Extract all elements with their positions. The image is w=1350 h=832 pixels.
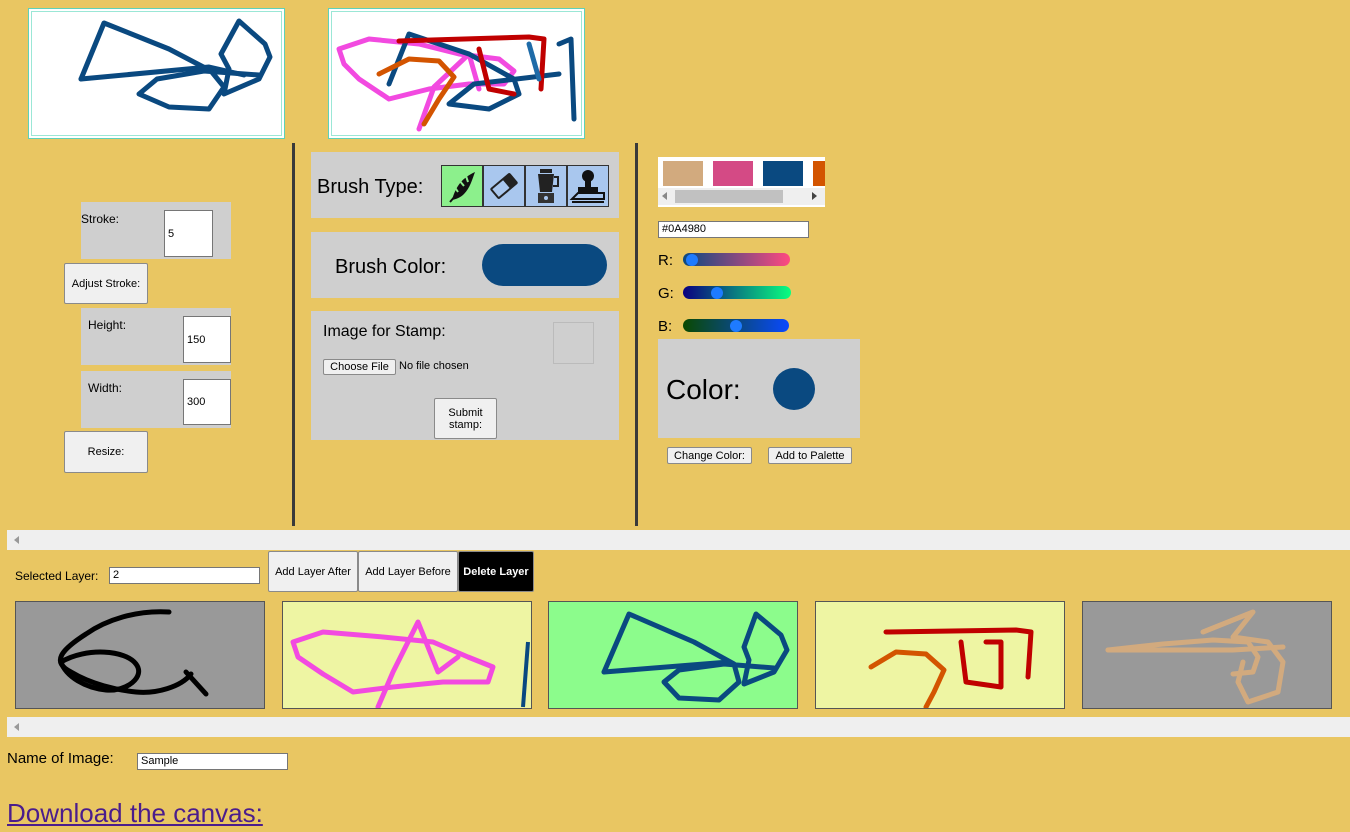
scroll-right-arrow-icon[interactable] [812, 192, 817, 200]
no-file-text: No file chosen [399, 360, 469, 372]
palette-swatch-4[interactable] [813, 161, 825, 186]
brush-color-label: Brush Color: [335, 256, 447, 278]
brush-tool-stamp[interactable] [567, 165, 609, 207]
palette-swatch-1[interactable] [663, 161, 703, 186]
stroke-label: Stroke: [81, 212, 120, 226]
b-label: B: [658, 318, 673, 335]
layer-1-drawing [57, 609, 209, 697]
controls-scrollbar[interactable] [7, 530, 1350, 550]
download-link[interactable]: Download the canvas: [7, 798, 263, 829]
layer-3-drawing [601, 611, 790, 703]
brush-color-preview [482, 244, 607, 286]
b-slider[interactable] [683, 319, 789, 332]
change-color-button[interactable]: Change Color: [667, 447, 752, 464]
adjust-stroke-button[interactable]: Adjust Stroke: [64, 263, 148, 304]
add-layer-after-button[interactable]: Add Layer After [268, 551, 358, 592]
section-divider-right [635, 143, 638, 526]
height-input[interactable]: 150 [183, 316, 231, 363]
hex-input[interactable]: #0A4980 [658, 221, 809, 238]
stamp-label: Image for Stamp: [323, 323, 446, 340]
palette-scrollbar[interactable] [658, 188, 825, 205]
submit-stamp-button[interactable]: Submit stamp: [434, 398, 497, 439]
palette-swatch-3[interactable] [763, 161, 803, 186]
eraser-icon [490, 173, 518, 199]
stamp-preview [553, 322, 594, 364]
delete-layer-button[interactable]: Delete Layer [458, 551, 534, 592]
r-slider-thumb[interactable] [686, 253, 698, 266]
layer-thumb-3-selected[interactable] [548, 601, 798, 709]
composite-drawing [336, 31, 577, 132]
stamp-icon [569, 170, 605, 203]
image-name-label: Name of Image: [7, 750, 114, 767]
g-slider-thumb[interactable] [711, 286, 723, 299]
width-group: Width: 300 [81, 371, 231, 428]
blender-icon [538, 169, 559, 203]
composite-canvas[interactable] [328, 8, 585, 139]
leaf-brush-icon [449, 172, 475, 203]
width-input[interactable]: 300 [183, 379, 231, 425]
brush-type-label: Brush Type: [317, 176, 424, 198]
color-label: Color: [666, 374, 741, 405]
layers-scrollbar[interactable] [7, 717, 1350, 737]
palette-swatch-2[interactable] [713, 161, 753, 186]
layer-4-drawing [868, 627, 1034, 708]
scroll-left-arrow-icon[interactable] [662, 192, 667, 200]
g-label: G: [658, 285, 674, 302]
add-to-palette-button[interactable]: Add to Palette [768, 447, 852, 464]
color-preview-panel: Color: [658, 339, 860, 438]
add-layer-before-button[interactable]: Add Layer Before [358, 551, 458, 592]
brush-tool-blender[interactable] [525, 165, 567, 207]
layer-preview-canvas[interactable] [28, 8, 285, 139]
brush-tool-eraser[interactable] [483, 165, 525, 207]
scroll-left-arrow-icon[interactable] [14, 536, 19, 544]
height-label: Height: [88, 318, 127, 332]
layer-thumb-1[interactable] [15, 601, 265, 709]
layer-preview-drawing [78, 18, 273, 112]
layer-thumb-5[interactable] [1082, 601, 1332, 709]
stroke-input[interactable]: 5 [164, 210, 213, 257]
r-label: R: [658, 252, 673, 269]
section-divider-left [292, 143, 295, 526]
palette-strip [658, 157, 825, 207]
layer-2-drawing [290, 619, 530, 708]
palette-scroll-thumb[interactable] [675, 190, 783, 203]
layer-thumb-4[interactable] [815, 601, 1065, 709]
image-name-input[interactable]: Sample [137, 753, 288, 770]
layer-thumb-2[interactable] [282, 601, 532, 709]
width-label: Width: [88, 381, 123, 395]
choose-file-button[interactable]: Choose File [323, 359, 396, 375]
brush-tool-leaf[interactable] [441, 165, 483, 207]
brush-color-panel: Brush Color: [311, 232, 619, 298]
brush-type-panel: Brush Type: [311, 152, 619, 218]
stamp-panel: Image for Stamp: Choose File No file cho… [311, 311, 619, 440]
b-slider-thumb[interactable] [730, 319, 742, 332]
resize-button[interactable]: Resize: [64, 431, 148, 473]
selected-layer-input[interactable]: 2 [109, 567, 260, 584]
color-preview-circle [773, 368, 815, 410]
selected-layer-label: Selected Layer: [15, 569, 99, 583]
stroke-group: Stroke: 5 [81, 202, 231, 259]
height-group: Height: 150 [81, 308, 231, 365]
layer-5-drawing [1105, 609, 1286, 705]
g-slider[interactable] [683, 286, 791, 299]
scroll-left-arrow-icon[interactable] [14, 723, 19, 731]
r-slider[interactable] [683, 253, 790, 266]
